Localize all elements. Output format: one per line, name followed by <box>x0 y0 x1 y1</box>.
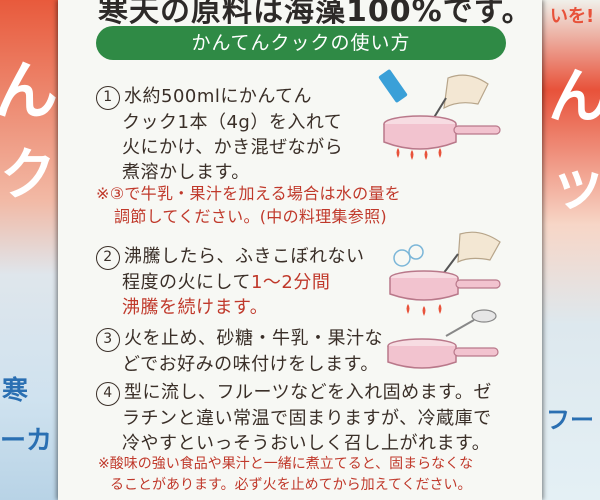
left-package-char-2: ク <box>0 143 56 208</box>
acidity-footnote: ※酸味の強い食品や果汁と一緒に煮立てると、固まらなくな ることがあります。必ず火… <box>98 454 473 496</box>
step-1-number: 1 <box>96 86 120 110</box>
right-package-char-1: ん <box>548 62 600 132</box>
footnote-line-2: ることがあります。必ず火を止めてから加えてください。 <box>110 477 472 493</box>
step-1: 1 水約500mlにかんてん クック1本（4g）を入れて 火にかけ、かき混ぜながら… <box>96 84 343 185</box>
instructions-banner: かんてんクックの使い方 <box>96 26 506 60</box>
note-1-line-1: ※③で牛乳・果汁を加える場合は水の量を <box>96 184 401 203</box>
pot-icon <box>383 124 457 150</box>
spoon-icon <box>471 309 497 323</box>
step-3-line-2: どでお好みの味付けをします。 <box>122 354 379 375</box>
hand-icon <box>443 74 489 110</box>
kanten-stick-icon <box>378 69 408 103</box>
step-1-line-1: 水約500mlにかんてん <box>124 86 312 107</box>
step-1-line-3: 火にかけ、かき混ぜながら <box>122 137 344 158</box>
instruction-panel: 寒天の原料は海藻100%です。 かんてんクックの使い方 1 水約500mlにかんて… <box>58 0 542 500</box>
left-package-edge: ん ク 寒 ーカ <box>0 0 58 500</box>
step-1-line-4: 煮溶かします。 <box>122 162 250 183</box>
step-4-line-1: 型に流し、フルーツなどを入れ固めます。ゼ <box>124 382 492 403</box>
step-2-duration: 1〜2分間 <box>250 272 331 293</box>
right-package-char-0: いを! <box>550 6 595 27</box>
right-package-char-3: フー <box>546 406 594 434</box>
step-4-number: 4 <box>96 382 120 406</box>
water-adjust-note: ※③で牛乳・果汁を加える場合は水の量を 調節してください。(中の料理集参照) <box>96 182 401 228</box>
pot-icon <box>387 346 457 369</box>
step-4: 4 型に流し、フルーツなどを入れ固めます。ゼ ラチンと違い常温で固まりますが、冷蔵… <box>96 380 492 456</box>
step-3-line-1: 火を止め、砂糖・牛乳・果汁な <box>124 328 383 349</box>
step-2: 2 沸騰したら、ふきこぼれない 程度の火にして1〜2分間 沸騰を続けます。 <box>96 244 365 320</box>
steam-icon <box>393 249 411 267</box>
left-package-char-4: ーカ <box>0 426 53 456</box>
step-4-line-2: ラチンと違い常温で固まりますが、冷蔵庫で <box>122 408 492 429</box>
pot-spoon-illustration <box>387 309 499 369</box>
note-1-line-2: 調節してください。(中の料理集参照) <box>114 207 387 226</box>
step-2-number: 2 <box>96 246 120 270</box>
pot-icon <box>389 278 459 301</box>
step-2-line-3: 沸騰を続けます。 <box>122 297 269 318</box>
hand-icon <box>457 231 501 264</box>
step-2-line-1: 沸騰したら、ふきこぼれない <box>124 246 365 267</box>
right-package-edge: いを! ん ッ フー <box>542 0 600 500</box>
pot-pouring-illustration <box>378 69 501 160</box>
step-2-line-2: 程度の火にして <box>122 272 251 293</box>
step-4-line-3: 冷やすといっそうおいしく召し上がれます。 <box>122 433 491 454</box>
left-package-char-1: ん <box>0 55 58 129</box>
flame-icon <box>396 148 442 160</box>
left-package-char-3: 寒 <box>2 376 29 406</box>
step-3: 3 火を止め、砂糖・牛乳・果汁な どでお好みの味付けをします。 <box>96 326 383 377</box>
step-1-line-2: クック1本（4g）を入れて <box>122 112 343 133</box>
right-package-char-2: ッ <box>550 153 600 218</box>
step-3-number: 3 <box>96 328 120 352</box>
footnote-line-1: ※酸味の強い食品や果汁と一緒に煮立てると、固まらなくな <box>98 456 474 472</box>
